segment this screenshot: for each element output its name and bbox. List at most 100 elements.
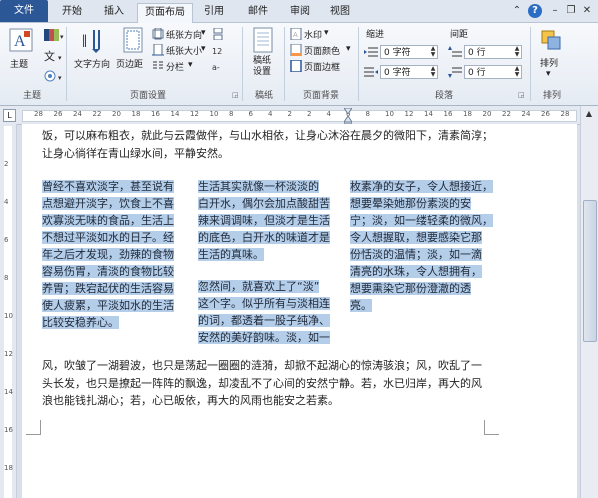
- tab-review[interactable]: 审阅: [282, 3, 318, 21]
- document-page[interactable]: 饭，可以麻布粗衣，就此与云霞做伴，与山水相依，让身心沐浴在晨夕的微阳下，清素简淳…: [22, 124, 577, 498]
- columns-button[interactable]: 分栏: [166, 60, 184, 73]
- scrollbar-thumb[interactable]: [583, 200, 597, 342]
- line-numbers-icon[interactable]: 12: [212, 44, 224, 59]
- chevron-down-icon[interactable]: ▾: [324, 28, 329, 38]
- column-line: 养胃；跌宕起伏的生活容易: [42, 280, 182, 297]
- ruler-number: 12: [404, 110, 414, 118]
- spinner-icon[interactable]: ▲ ▼: [429, 46, 437, 58]
- chevron-down-icon[interactable]: ▾: [546, 69, 551, 79]
- page-color-button[interactable]: 页面颜色: [304, 44, 340, 57]
- watermark-icon[interactable]: A: [290, 27, 302, 43]
- column-2-paragraph-2: 忽然间，就喜欢上了“淡” 这个字。似乎所有与淡相连 的词，都透着一股子纯净、 安然的美…: [198, 278, 338, 346]
- ruler-number: 22: [502, 110, 511, 118]
- indent-left-input[interactable]: 0 字符 ▲ ▼: [380, 45, 438, 59]
- theme-fonts-icon[interactable]: 文 ▾: [44, 49, 64, 66]
- size-button[interactable]: 纸张大小: [166, 44, 202, 57]
- spinner-icon[interactable]: ▲ ▼: [513, 66, 521, 78]
- group-separator: [66, 27, 67, 101]
- ruler-number: 24: [73, 110, 82, 118]
- tab-insert[interactable]: 插入: [96, 3, 132, 21]
- watermark-button[interactable]: 水印: [304, 28, 322, 41]
- tab-page-layout[interactable]: 页面布局: [137, 3, 193, 23]
- dialog-launcher-icon[interactable]: ◲: [518, 91, 525, 99]
- chevron-down-icon[interactable]: ▾: [346, 44, 351, 54]
- column-line: 欢寡淡无味的食品，生活上: [42, 212, 182, 229]
- ruler-number: 8: [4, 274, 9, 282]
- tab-file[interactable]: 文件: [0, 0, 48, 22]
- margins-button[interactable]: [122, 27, 144, 56]
- page-borders-button[interactable]: 页面边框: [304, 60, 340, 73]
- chevron-down-icon[interactable]: ▾: [188, 60, 193, 70]
- manuscript-settings-button[interactable]: [252, 27, 274, 56]
- selected-text: 枚素净的女子，令人想接近，: [350, 180, 493, 193]
- column-line: 枚素净的女子，令人想接近，: [350, 178, 500, 195]
- column-2-paragraph-1: 生活其实就像一杯淡淡的 白开水，偶尔会加点酸甜苦辣来调调味，但淡才是生活 的底色，白…: [198, 178, 338, 263]
- spacing-after-input[interactable]: 0 行 ▲ ▼: [464, 65, 522, 79]
- close-window-icon[interactable]: ✕: [580, 4, 594, 18]
- minimize-window-icon[interactable]: –: [548, 4, 562, 18]
- column-3-selected-text: 枚素净的女子，令人想接近， 想要晕染她那份素淡的安 宁；淡，如一缕轻柔的微风， 令人想…: [350, 178, 500, 314]
- svg-text:12: 12: [212, 47, 222, 56]
- tab-references[interactable]: 引用: [196, 3, 232, 21]
- size-icon[interactable]: [152, 43, 164, 59]
- selected-text: 欢寡淡无味的食品，生活上: [42, 214, 174, 227]
- dialog-launcher-icon[interactable]: ◲: [232, 91, 239, 99]
- column-line: 曾经不喜欢淡字，甚至说有: [42, 178, 182, 195]
- top-paragraph: 饭，可以麻布粗衣，就此与云霞做伴，与山水相依，让身心沐浴在晨夕的微阳下，清素简淳…: [42, 127, 493, 162]
- page-setup-group-label: 页面设置: [129, 91, 166, 101]
- theme-effects-icon[interactable]: ▾: [44, 69, 64, 86]
- spacing-after-icon: [448, 66, 462, 81]
- group-separator: [530, 27, 531, 101]
- orientation-icon[interactable]: [152, 27, 164, 43]
- text-direction-label: 文字方向: [74, 60, 111, 70]
- column-line: 安然的美好韵味。淡，如一: [198, 329, 338, 346]
- arrange-icon: [541, 30, 561, 50]
- first-line-indent-marker[interactable]: [343, 106, 353, 115]
- page-borders-icon[interactable]: [290, 59, 302, 75]
- text-direction-button[interactable]: ‖: [80, 27, 104, 56]
- column-line: 白开水，偶尔会加点酸甜苦: [198, 195, 338, 212]
- selected-text: 养胃；跌宕起伏的生活容易: [42, 282, 174, 295]
- orientation-button[interactable]: 纸张方向: [166, 28, 202, 41]
- text-line: 风，吹皱了一湖碧波，也只是荡起一圈圈的涟漪，却掀不起湖心的惊涛骇浪；风，吹乱了一: [42, 359, 482, 372]
- manuscript-icon: [253, 27, 273, 53]
- column-line: 份恬淡的温情；淡，如一滴: [350, 246, 500, 263]
- column-line: 生活其实就像一杯淡淡的: [198, 178, 338, 195]
- spacing-before-input[interactable]: 0 行 ▲ ▼: [464, 45, 522, 59]
- help-icon[interactable]: ?: [528, 4, 542, 18]
- tab-home[interactable]: 开始: [54, 3, 90, 21]
- indent-right-input[interactable]: 0 字符 ▲ ▼: [380, 65, 438, 79]
- ruler-number: 18: [131, 110, 141, 118]
- breaks-icon[interactable]: [212, 27, 224, 43]
- tab-selector-icon[interactable]: L: [3, 109, 16, 122]
- spinner-icon[interactable]: ▲ ▼: [429, 66, 437, 78]
- selected-text: 容易伤胃，清淡的食物比较: [42, 265, 174, 278]
- theme-colors-icon[interactable]: ▾: [44, 29, 64, 44]
- text-line: 饭，可以麻布粗衣，就此与云霞做伴，与山水相依，让身心沐浴在晨夕的微阳下，清素简淳…: [42, 129, 493, 142]
- page-color-icon[interactable]: [290, 43, 302, 59]
- ruler-number: 6: [4, 236, 9, 244]
- column-line: 想要晕染她那份素淡的安: [350, 195, 500, 212]
- themes-button[interactable]: A: [8, 27, 34, 56]
- spinner-icon[interactable]: ▲ ▼: [513, 46, 521, 58]
- tab-mailings[interactable]: 邮件: [240, 3, 276, 21]
- chevron-down-icon[interactable]: ▾: [201, 28, 206, 38]
- indent-header: 缩进: [366, 30, 385, 40]
- minimize-ribbon-icon[interactable]: ⌃: [510, 4, 524, 18]
- hyphenation-icon[interactable]: a-: [212, 60, 224, 75]
- selected-text: 的底色，白开水的味道才是: [198, 231, 330, 244]
- chevron-down-icon[interactable]: ▾: [201, 44, 206, 54]
- scroll-up-icon[interactable]: ▲: [583, 108, 595, 120]
- arrange-button[interactable]: [540, 27, 562, 56]
- ruler-number: 4: [4, 198, 9, 206]
- restore-window-icon[interactable]: ❐: [564, 4, 578, 18]
- ruler-number: 4: [268, 110, 273, 118]
- tab-view[interactable]: 视图: [322, 3, 358, 21]
- group-separator: [358, 27, 359, 101]
- columns-icon[interactable]: [152, 60, 164, 75]
- hanging-indent-marker[interactable]: [343, 115, 353, 125]
- ruler-number: 16: [443, 110, 453, 118]
- ruler-track: [22, 110, 577, 122]
- selected-text: 辣来调调味，但淡才是生活: [198, 214, 330, 227]
- column-1-selected-text: 曾经不喜欢淡字，甚至说有 点想避开淡字，饮食上不喜 欢寡淡无味的食品，生活上 不想过平…: [42, 178, 182, 331]
